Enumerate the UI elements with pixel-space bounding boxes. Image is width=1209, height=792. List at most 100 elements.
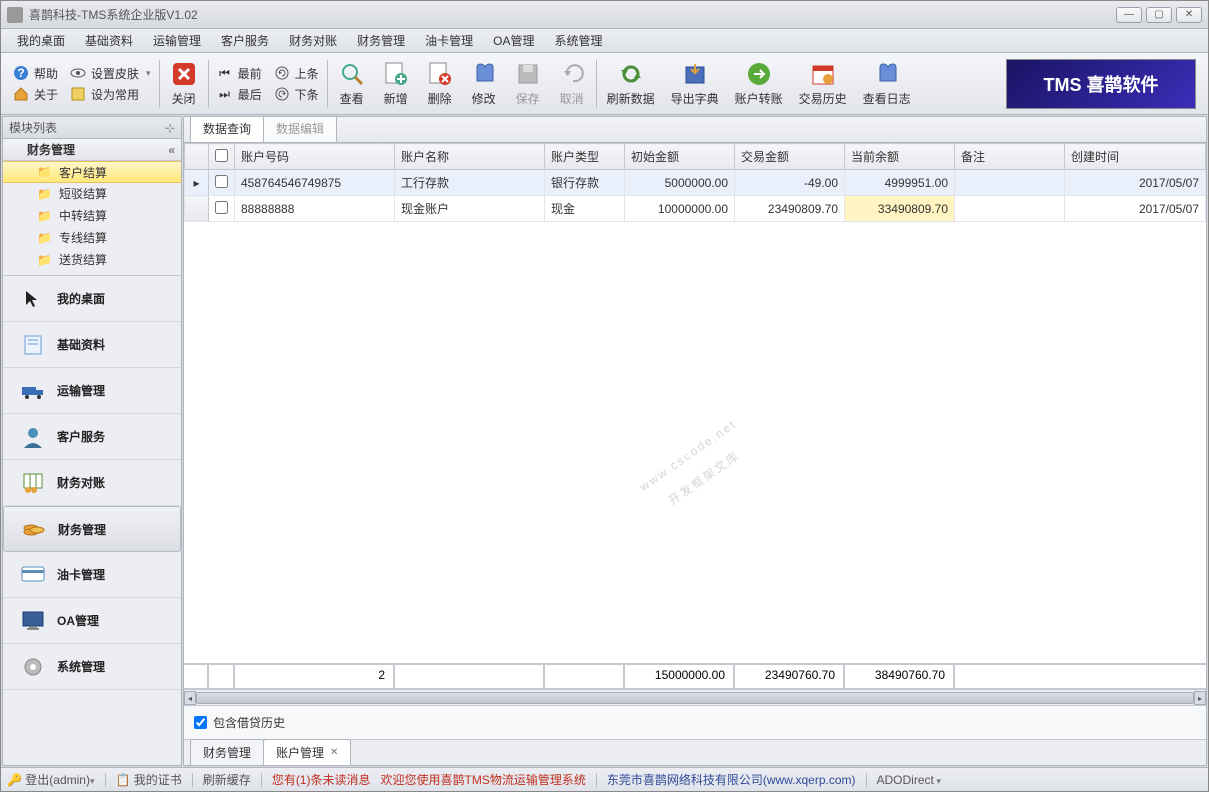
magnify-icon [338, 60, 366, 88]
view-button[interactable]: 查看 [330, 58, 374, 109]
chevron-left-icon: « [168, 143, 175, 157]
first-icon: ⏮ [217, 65, 233, 81]
close-tab-button[interactable]: 关闭 [162, 58, 206, 109]
nav-fuelcard[interactable]: 油卡管理 [3, 552, 181, 598]
menu-system[interactable]: 系统管理 [544, 29, 612, 52]
row-checkbox[interactable] [215, 201, 228, 214]
status-mode[interactable]: ADODirect [877, 773, 941, 787]
tree-item-short-settle[interactable]: 📁短驳结算 [3, 183, 181, 205]
skin-button[interactable]: 设置皮肤▾ [70, 65, 151, 82]
menu-oa[interactable]: OA管理 [483, 29, 544, 52]
first-button[interactable]: ⏮最前 [217, 65, 262, 82]
status-company[interactable]: 东莞市喜鹊网络科技有限公司(www.xqerp.com) [607, 771, 856, 788]
menu-customer[interactable]: 客户服务 [211, 29, 279, 52]
pin-icon[interactable]: ⊹ [165, 121, 175, 135]
monitor-icon [21, 609, 45, 633]
include-history-label: 包含借贷历史 [213, 714, 285, 731]
row-checkbox[interactable] [215, 175, 228, 188]
refresh-button[interactable]: 刷新数据 [599, 58, 663, 109]
horizontal-scrollbar[interactable]: ◂ ▸ [184, 689, 1206, 705]
menu-recon[interactable]: 财务对账 [279, 29, 347, 52]
col-init-amount[interactable]: 初始金额 [625, 144, 735, 170]
sum-balance: 38490760.70 [844, 664, 954, 689]
nav-desktop[interactable]: 我的桌面 [3, 276, 181, 322]
help-button[interactable]: ?帮助 [13, 65, 58, 82]
row-indicator [185, 196, 209, 222]
window-title: 喜鹊科技-TMS系统企业版V1.02 [29, 6, 1116, 23]
tree-item-transfer-settle[interactable]: 📁中转结算 [3, 205, 181, 227]
scroll-thumb[interactable] [196, 692, 1194, 704]
col-account-type[interactable]: 账户类型 [545, 144, 625, 170]
add-button[interactable]: 新增 [374, 58, 418, 109]
footer-option: 包含借贷历史 [184, 705, 1206, 739]
status-cert[interactable]: 📋 我的证书 [116, 771, 182, 788]
folder-icon: 📁 [37, 187, 53, 201]
doc-tab-finance[interactable]: 财务管理 [190, 739, 264, 765]
menu-basedata[interactable]: 基础资料 [75, 29, 143, 52]
prev-icon [274, 65, 290, 81]
tree-item-delivery-settle[interactable]: 📁送货结算 [3, 249, 181, 271]
favorite-button[interactable]: 设为常用 [70, 86, 151, 103]
col-trade-amount[interactable]: 交易金额 [735, 144, 845, 170]
close-button[interactable]: ✕ [1176, 7, 1202, 23]
transfer-button[interactable]: 账户转账 [727, 58, 791, 109]
minimize-button[interactable]: — [1116, 7, 1142, 23]
select-all-checkbox[interactable] [215, 149, 228, 162]
col-balance[interactable]: 当前余额 [845, 144, 955, 170]
tab-data-query[interactable]: 数据查询 [190, 116, 264, 142]
viewlog-button[interactable]: 查看日志 [855, 58, 919, 109]
about-button[interactable]: 关于 [13, 86, 58, 103]
maximize-button[interactable]: ▢ [1146, 7, 1172, 23]
tree-item-customer-settle[interactable]: 📁客户结算 [3, 161, 181, 183]
edit-icon [470, 60, 498, 88]
nav-customer[interactable]: 客户服务 [3, 414, 181, 460]
nav-basedata[interactable]: 基础资料 [3, 322, 181, 368]
menu-transport[interactable]: 运输管理 [143, 29, 211, 52]
prev-button[interactable]: 上条 [274, 65, 319, 82]
row-indicator: ▸ [185, 170, 209, 196]
menu-desktop[interactable]: 我的桌面 [7, 29, 75, 52]
brand-logo: TMS 喜鹊软件 [1006, 59, 1196, 109]
nav-system[interactable]: 系统管理 [3, 644, 181, 690]
status-login[interactable]: 🔑 登出(admin)▾ [7, 771, 95, 788]
next-button[interactable]: 下条 [274, 86, 319, 103]
export-button[interactable]: 导出字典 [663, 58, 727, 109]
scroll-right-arrow[interactable]: ▸ [1194, 691, 1206, 705]
refresh-icon [617, 60, 645, 88]
tree-header[interactable]: 财务管理« [3, 139, 181, 161]
status-refresh[interactable]: 刷新缓存 [203, 771, 251, 788]
folder-icon: 📁 [37, 231, 53, 245]
last-button[interactable]: ⏭最后 [217, 86, 262, 103]
delete-icon [426, 60, 454, 88]
table-row[interactable]: 88888888 现金账户 现金 10000000.00 23490809.70… [185, 196, 1206, 222]
close-tab-icon[interactable]: ✕ [330, 747, 338, 758]
status-welcome: 欢迎您使用喜鹊TMS物流运输管理系统 [380, 771, 585, 788]
inner-tabs: 数据查询 数据编辑 [184, 117, 1206, 143]
menu-finance[interactable]: 财务管理 [347, 29, 415, 52]
menu-fuelcard[interactable]: 油卡管理 [415, 29, 483, 52]
tree-item-line-settle[interactable]: 📁专线结算 [3, 227, 181, 249]
nav-recon[interactable]: 财务对账 [3, 460, 181, 506]
nav-oa[interactable]: OA管理 [3, 598, 181, 644]
folder-icon: 📁 [37, 253, 53, 267]
col-account-name[interactable]: 账户名称 [395, 144, 545, 170]
include-history-checkbox[interactable] [194, 716, 207, 729]
nav-transport[interactable]: 运输管理 [3, 368, 181, 414]
delete-button[interactable]: 删除 [418, 58, 462, 109]
nav-finance[interactable]: 财务管理 [3, 506, 181, 552]
user-icon [21, 425, 45, 449]
content-panel: 数据查询 数据编辑 账户号码 账户名称 账户类型 初始金额 交易金额 [183, 116, 1207, 766]
checkbox-header[interactable] [209, 144, 235, 170]
col-note[interactable]: 备注 [955, 144, 1065, 170]
history-button[interactable]: 交易历史 [791, 58, 855, 109]
table-row[interactable]: ▸ 458764546749875 工行存款 银行存款 5000000.00 -… [185, 170, 1206, 196]
edit-button[interactable]: 修改 [462, 58, 506, 109]
tab-data-edit[interactable]: 数据编辑 [263, 116, 337, 142]
col-create-time[interactable]: 创建时间 [1065, 144, 1206, 170]
gear-icon [21, 655, 45, 679]
watermark: www.cscode.net开发框架文库 [632, 409, 758, 521]
status-unread[interactable]: 您有(1)条未读消息 [272, 771, 371, 788]
col-account-no[interactable]: 账户号码 [235, 144, 395, 170]
scroll-left-arrow[interactable]: ◂ [184, 691, 196, 705]
doc-tab-account[interactable]: 账户管理✕ [263, 739, 351, 765]
